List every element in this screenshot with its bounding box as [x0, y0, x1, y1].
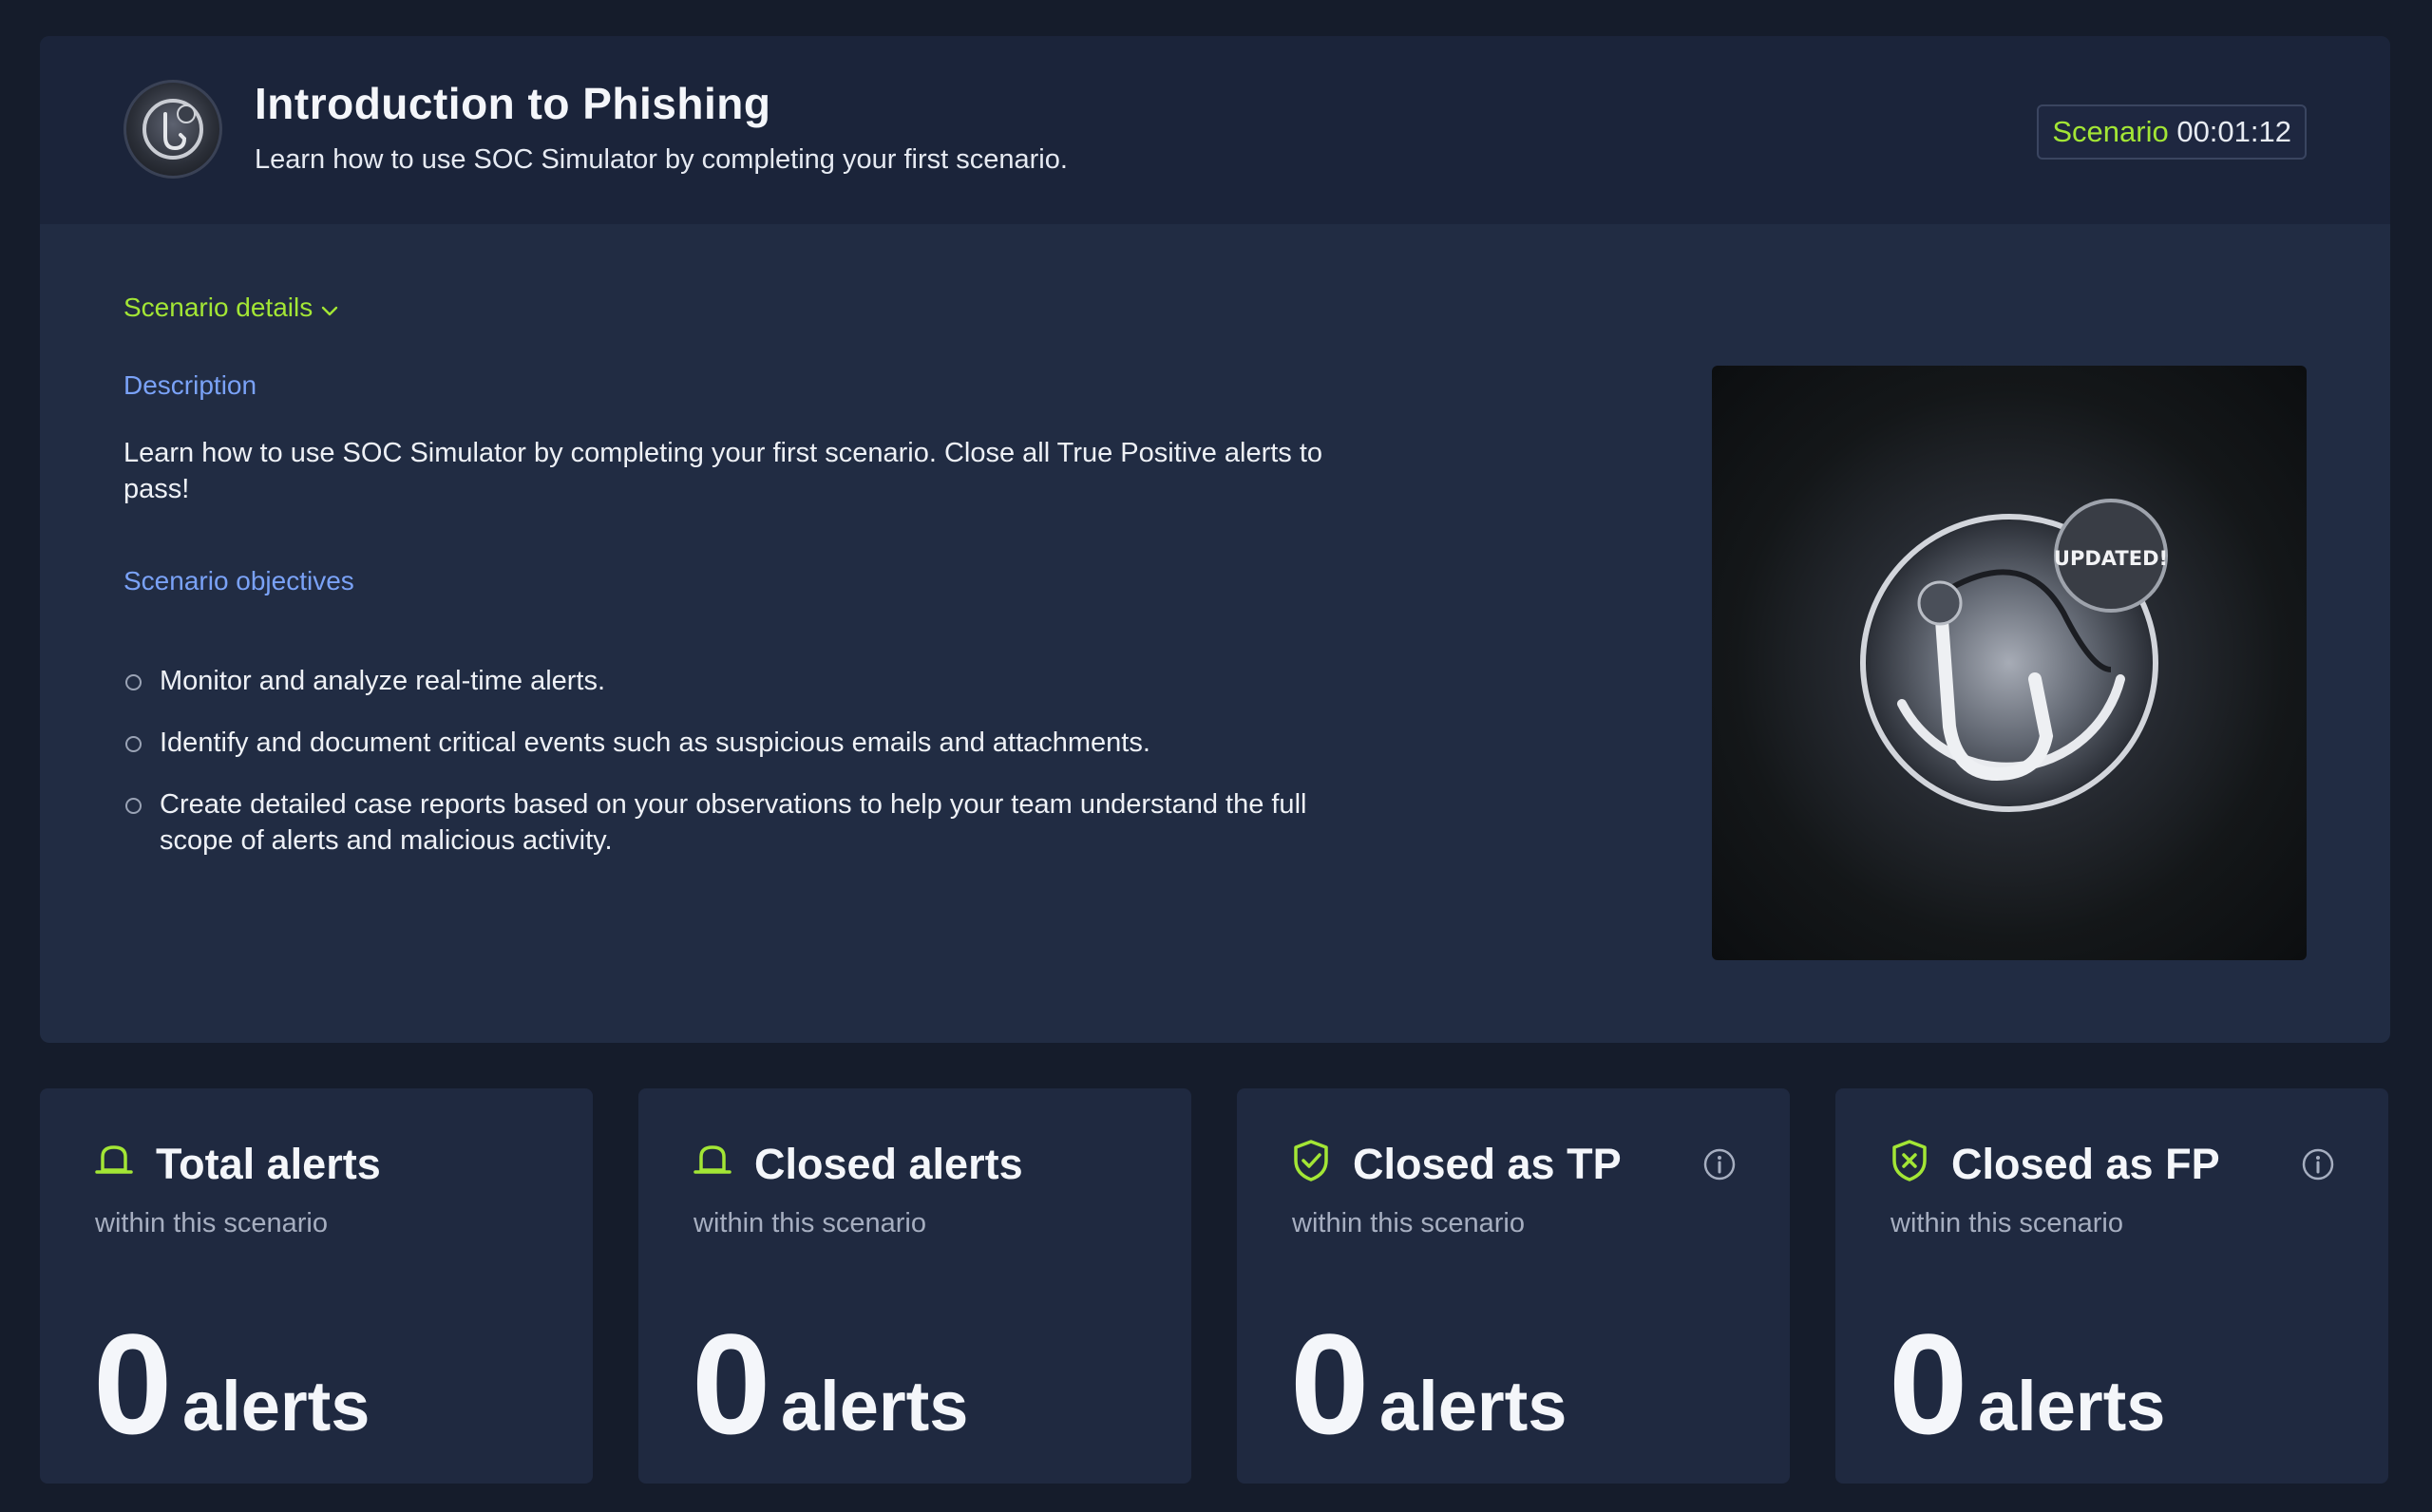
stat-value: 0: [1290, 1304, 1370, 1464]
scenario-header: Introduction to Phishing Learn how to us…: [40, 36, 2390, 224]
stat-subtitle: within this scenario: [95, 1208, 328, 1238]
page-title: Introduction to Phishing: [255, 79, 771, 128]
shield-x-icon: [1889, 1138, 1930, 1188]
chevron-down-icon: [320, 294, 339, 325]
stat-value: 0: [1889, 1304, 1968, 1464]
objective-text: Identify and document critical events su…: [160, 728, 1150, 758]
timer-value: 00:01:12: [2176, 115, 2291, 148]
objective-text: Create detailed case reports based on yo…: [160, 789, 1307, 856]
page-subtitle: Learn how to use SOC Simulator by comple…: [255, 144, 1068, 175]
phishing-hook-illustration: UPDATED!: [1860, 499, 2168, 812]
objective-item: Identify and document critical events su…: [124, 725, 1358, 761]
objectives-list: Monitor and analyze real-time alerts. Id…: [124, 663, 1358, 884]
stat-unit: alerts: [182, 1367, 370, 1446]
stat-value: 0: [93, 1304, 173, 1464]
stat-value: 0: [692, 1304, 771, 1464]
circle-bullet-icon: [125, 674, 142, 690]
stat-subtitle: within this scenario: [694, 1208, 926, 1238]
stat-subtitle: within this scenario: [1292, 1208, 1525, 1238]
objectives-heading: Scenario objectives: [124, 566, 354, 595]
stat-title: Closed as TP: [1353, 1140, 1622, 1188]
objective-text: Monitor and analyze real-time alerts.: [160, 666, 606, 696]
stat-title: Closed as FP: [1951, 1140, 2220, 1188]
shield-check-icon: [1290, 1138, 1332, 1188]
stat-title: Total alerts: [156, 1140, 381, 1188]
stat-card-total-alerts: Total alerts within this scenario 0 aler…: [40, 1088, 593, 1484]
scenario-card: Introduction to Phishing Learn how to us…: [40, 36, 2390, 1043]
stat-card-closed-fp: Closed as FP within this scenario 0 aler…: [1835, 1088, 2388, 1484]
stat-subtitle: within this scenario: [1890, 1208, 2123, 1238]
phishing-hook-icon: [124, 80, 222, 179]
stat-unit: alerts: [1978, 1367, 2166, 1446]
circle-bullet-icon: [125, 798, 142, 814]
objective-item: Create detailed case reports based on yo…: [124, 786, 1358, 859]
updated-badge: UPDATED!: [2054, 547, 2168, 570]
description-text: Learn how to use SOC Simulator by comple…: [124, 438, 1323, 504]
info-icon[interactable]: [1702, 1147, 1737, 1186]
description-heading: Description: [124, 370, 257, 400]
scenario-details-toggle[interactable]: Scenario details: [124, 293, 339, 325]
alarm-icon: [692, 1138, 733, 1184]
scenario-image: UPDATED!: [1712, 366, 2307, 960]
info-icon[interactable]: [2301, 1147, 2335, 1186]
alarm-icon: [93, 1138, 135, 1184]
stat-title: Closed alerts: [754, 1140, 1023, 1188]
stat-unit: alerts: [781, 1367, 969, 1446]
stat-card-closed-alerts: Closed alerts within this scenario 0 ale…: [638, 1088, 1191, 1484]
stat-card-closed-tp: Closed as TP within this scenario 0 aler…: [1237, 1088, 1790, 1484]
stat-unit: alerts: [1379, 1367, 1568, 1446]
circle-bullet-icon: [125, 736, 142, 752]
scenario-timer: Scenario 00:01:12: [2037, 104, 2307, 160]
timer-label: Scenario: [2052, 115, 2169, 148]
page: Introduction to Phishing Learn how to us…: [0, 0, 2432, 1512]
objective-item: Monitor and analyze real-time alerts.: [124, 663, 1358, 699]
scenario-details-label: Scenario details: [124, 293, 314, 322]
